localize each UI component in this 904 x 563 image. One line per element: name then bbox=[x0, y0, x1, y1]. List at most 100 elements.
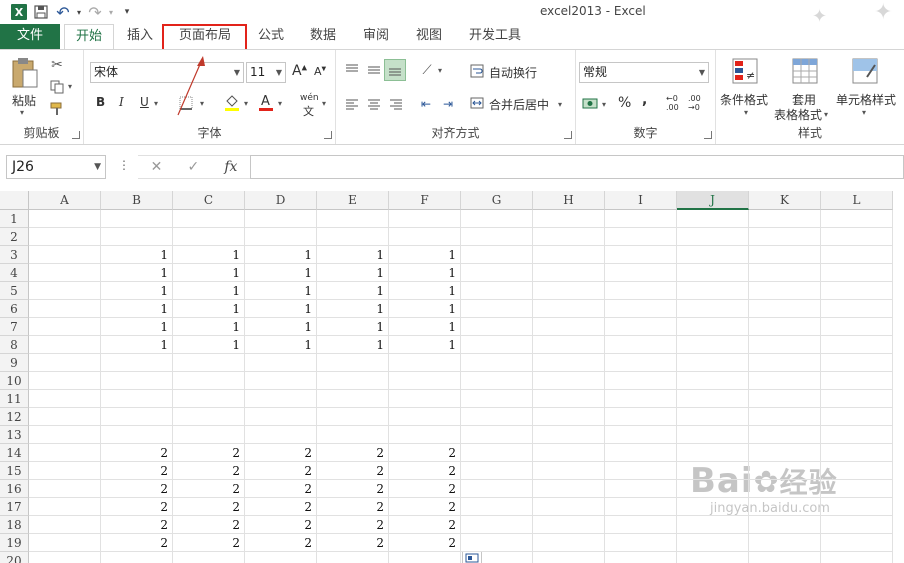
cell-d17[interactable]: 2 bbox=[245, 498, 317, 516]
cell-b1[interactable] bbox=[101, 210, 173, 228]
cancel-icon[interactable]: ✕ bbox=[151, 159, 163, 175]
cell-k16[interactable] bbox=[749, 480, 821, 498]
cell-e4[interactable]: 1 bbox=[317, 264, 389, 282]
cell-l15[interactable] bbox=[821, 462, 893, 480]
cell-h7[interactable] bbox=[533, 318, 605, 336]
cell-k15[interactable] bbox=[749, 462, 821, 480]
cell-h1[interactable] bbox=[533, 210, 605, 228]
cell-c1[interactable] bbox=[173, 210, 245, 228]
cell-c18[interactable]: 2 bbox=[173, 516, 245, 534]
row-header-2[interactable]: 2 bbox=[0, 228, 29, 246]
row-header-5[interactable]: 5 bbox=[0, 282, 29, 300]
column-header-a[interactable]: A bbox=[29, 191, 101, 210]
column-header-h[interactable]: H bbox=[533, 191, 605, 210]
cell-e10[interactable] bbox=[317, 372, 389, 390]
cell-k17[interactable] bbox=[749, 498, 821, 516]
cell-h13[interactable] bbox=[533, 426, 605, 444]
cell-a16[interactable] bbox=[29, 480, 101, 498]
cell-a13[interactable] bbox=[29, 426, 101, 444]
cell-a17[interactable] bbox=[29, 498, 101, 516]
decrease-indent-icon[interactable]: ⇤ bbox=[416, 94, 436, 114]
row-header-20[interactable]: 20 bbox=[0, 552, 29, 563]
cell-f18[interactable]: 2 bbox=[389, 516, 461, 534]
paste-icon[interactable] bbox=[8, 56, 40, 90]
cell-d2[interactable] bbox=[245, 228, 317, 246]
cell-f6[interactable]: 1 bbox=[389, 300, 461, 318]
cell-i8[interactable] bbox=[605, 336, 677, 354]
cell-d9[interactable] bbox=[245, 354, 317, 372]
comma-button[interactable]: , bbox=[642, 92, 647, 108]
cell-a3[interactable] bbox=[29, 246, 101, 264]
number-launcher-icon[interactable]: . bbox=[704, 131, 712, 139]
cell-k7[interactable] bbox=[749, 318, 821, 336]
cell-j2[interactable] bbox=[677, 228, 749, 246]
cell-c2[interactable] bbox=[173, 228, 245, 246]
cell-i1[interactable] bbox=[605, 210, 677, 228]
conditional-format-dropdown-icon[interactable]: ▾ bbox=[744, 108, 748, 117]
cell-l8[interactable] bbox=[821, 336, 893, 354]
cell-e16[interactable]: 2 bbox=[317, 480, 389, 498]
cell-styles-icon[interactable] bbox=[850, 56, 880, 86]
cell-j12[interactable] bbox=[677, 408, 749, 426]
cell-e2[interactable] bbox=[317, 228, 389, 246]
cell-l1[interactable] bbox=[821, 210, 893, 228]
cell-g4[interactable] bbox=[461, 264, 533, 282]
shrink-font-button[interactable]: A▼ bbox=[314, 65, 326, 78]
column-header-c[interactable]: C bbox=[173, 191, 245, 210]
cell-e14[interactable]: 2 bbox=[317, 444, 389, 462]
font-color-icon[interactable]: A bbox=[256, 92, 276, 112]
cell-b2[interactable] bbox=[101, 228, 173, 246]
conditional-format-button[interactable]: 条件格式 bbox=[720, 91, 768, 108]
cell-d4[interactable]: 1 bbox=[245, 264, 317, 282]
cell-e19[interactable]: 2 bbox=[317, 534, 389, 552]
increase-decimal-button[interactable]: ←0.00 bbox=[666, 94, 679, 112]
cell-h3[interactable] bbox=[533, 246, 605, 264]
cell-k5[interactable] bbox=[749, 282, 821, 300]
cell-g16[interactable] bbox=[461, 480, 533, 498]
cell-d7[interactable]: 1 bbox=[245, 318, 317, 336]
cell-l5[interactable] bbox=[821, 282, 893, 300]
cell-l4[interactable] bbox=[821, 264, 893, 282]
cell-a9[interactable] bbox=[29, 354, 101, 372]
row-header-8[interactable]: 8 bbox=[0, 336, 29, 354]
cell-k19[interactable] bbox=[749, 534, 821, 552]
row-header-13[interactable]: 13 bbox=[0, 426, 29, 444]
cell-j20[interactable] bbox=[677, 552, 749, 563]
cell-f5[interactable]: 1 bbox=[389, 282, 461, 300]
row-header-7[interactable]: 7 bbox=[0, 318, 29, 336]
cell-a6[interactable] bbox=[29, 300, 101, 318]
cell-h17[interactable] bbox=[533, 498, 605, 516]
cell-k9[interactable] bbox=[749, 354, 821, 372]
align-right-icon[interactable] bbox=[386, 94, 406, 114]
cell-a10[interactable] bbox=[29, 372, 101, 390]
cell-b14[interactable]: 2 bbox=[101, 444, 173, 462]
cell-b16[interactable]: 2 bbox=[101, 480, 173, 498]
cell-j1[interactable] bbox=[677, 210, 749, 228]
cell-k2[interactable] bbox=[749, 228, 821, 246]
cell-c15[interactable]: 2 bbox=[173, 462, 245, 480]
cell-i18[interactable] bbox=[605, 516, 677, 534]
enter-icon[interactable]: ✓ bbox=[187, 159, 199, 175]
cell-d18[interactable]: 2 bbox=[245, 516, 317, 534]
cell-h18[interactable] bbox=[533, 516, 605, 534]
cell-i4[interactable] bbox=[605, 264, 677, 282]
cell-k4[interactable] bbox=[749, 264, 821, 282]
cell-d20[interactable] bbox=[245, 552, 317, 563]
cell-e20[interactable] bbox=[317, 552, 389, 563]
cell-h15[interactable] bbox=[533, 462, 605, 480]
cell-f16[interactable]: 2 bbox=[389, 480, 461, 498]
cell-j6[interactable] bbox=[677, 300, 749, 318]
font-color-dropdown-icon[interactable]: ▾ bbox=[278, 99, 282, 108]
cell-i19[interactable] bbox=[605, 534, 677, 552]
cell-g2[interactable] bbox=[461, 228, 533, 246]
undo-icon[interactable]: ↶ bbox=[52, 3, 74, 22]
cell-g5[interactable] bbox=[461, 282, 533, 300]
cell-c16[interactable]: 2 bbox=[173, 480, 245, 498]
cell-e13[interactable] bbox=[317, 426, 389, 444]
insert-function-icon[interactable]: fx bbox=[224, 159, 237, 175]
cell-i20[interactable] bbox=[605, 552, 677, 563]
number-format-select[interactable]: 常规 ▼ bbox=[579, 62, 709, 83]
cell-g14[interactable] bbox=[461, 444, 533, 462]
orientation-dropdown-icon[interactable]: ▾ bbox=[438, 66, 442, 75]
cell-e12[interactable] bbox=[317, 408, 389, 426]
